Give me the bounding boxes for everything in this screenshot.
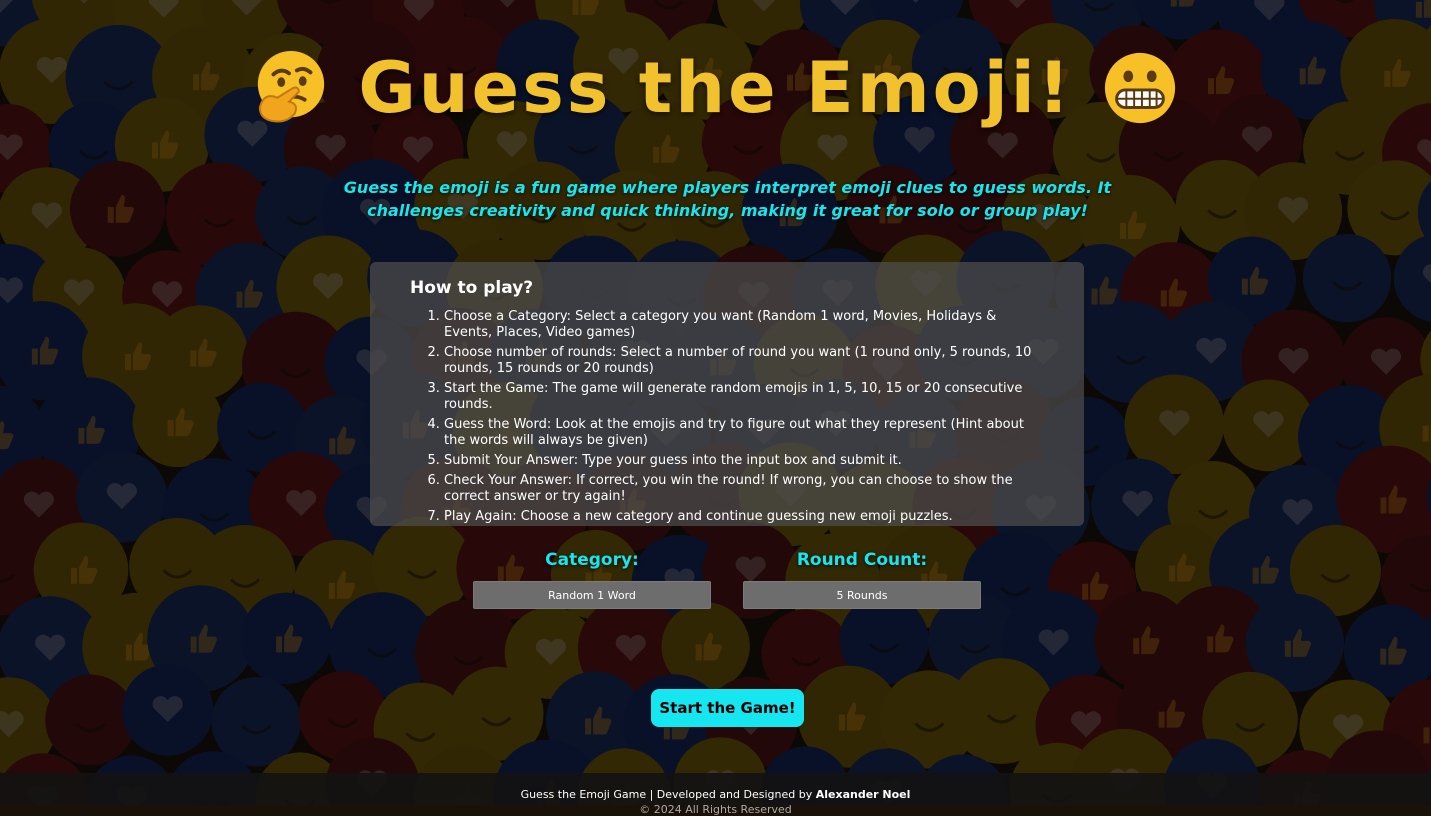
step-item: Check Your Answer: If correct, you win t… [444,473,1044,505]
round-count-selected-value: 5 Rounds [836,588,888,602]
footer-credit-text: Guess the Emoji Game | Developed and Des… [520,788,816,801]
start-game-button[interactable]: Start the Game! [651,689,804,727]
footer: Guess the Emoji Game | Developed and Des… [0,773,1431,816]
category-selected-value: Random 1 Word [548,588,636,602]
footer-credit: Guess the Emoji Game | Developed and Des… [0,788,1431,801]
step-item: Choose a Category: Select a category you… [444,309,1044,341]
game-description: Guess the emoji is a fun game where play… [343,178,1112,220]
round-count-select[interactable]: 5 Rounds [743,581,981,609]
how-to-play-heading: How to play? [410,278,534,298]
how-to-play-steps: Choose a Category: Select a category you… [400,309,1044,525]
step-item: Submit Your Answer: Type your guess into… [444,453,1044,469]
grimacing-face-icon [1104,52,1175,124]
footer-author: Alexander Noel [815,788,911,801]
thinking-face-icon [258,50,325,123]
step-item: Play Again: Choose a new category and co… [444,509,1044,525]
page-title: Guess the Emoji! [358,47,1073,129]
how-to-play-panel: How to play? Choose a Category: Select a… [370,262,1084,526]
round-count-label: Round Count: [796,550,928,570]
step-item: Start the Game: The game will generate r… [444,381,1044,413]
page-header: Guess the Emoji! [0,28,1431,148]
category-select[interactable]: Random 1 Word [473,581,711,609]
category-label: Category: [545,550,639,570]
step-item: Choose number of rounds: Select a number… [444,345,1044,377]
step-item: Guess the Word: Look at the emojis and t… [444,417,1044,449]
